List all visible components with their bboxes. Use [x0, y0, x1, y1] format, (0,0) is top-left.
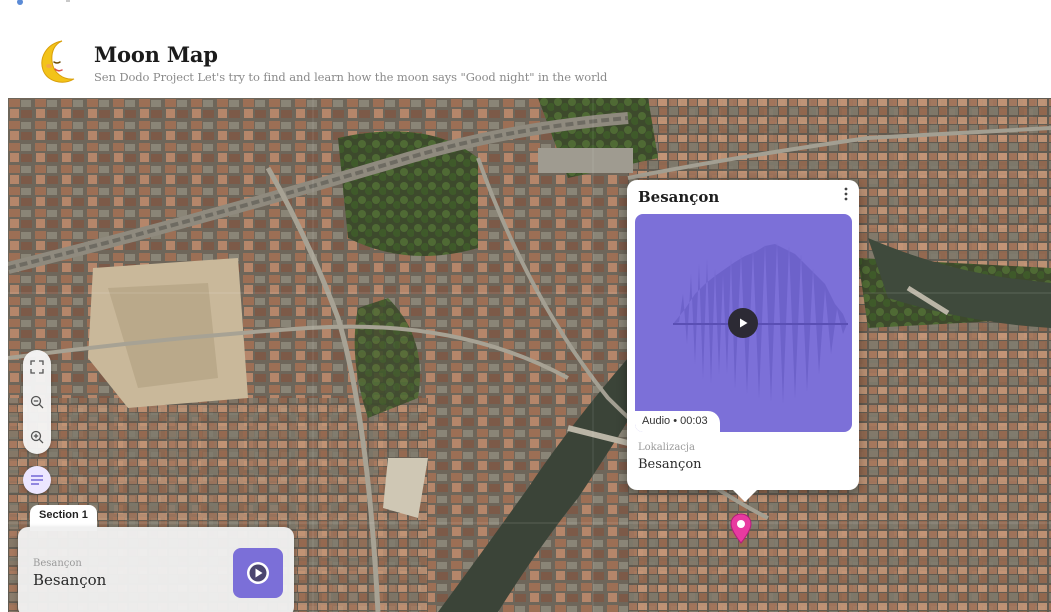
- location-label: Lokalizacja: [638, 442, 695, 453]
- location-value: Besançon: [638, 457, 702, 472]
- app-subtitle: Sen Dodo Project Let's try to find and l…: [94, 70, 608, 84]
- audio-waveform-player[interactable]: Audio • 00:03: [635, 214, 852, 432]
- audio-duration-label: Audio • 00:03: [635, 411, 720, 432]
- list-menu-icon[interactable]: [23, 466, 51, 494]
- app-title: Moon Map: [94, 42, 218, 67]
- satellite-map[interactable]: Section 1 Besançon Besançon Besançon Aud…: [8, 98, 1051, 612]
- map-zoom-control: [23, 350, 51, 454]
- map-pin-icon[interactable]: [730, 513, 752, 545]
- section-play-button[interactable]: [233, 548, 283, 598]
- zoom-out-icon[interactable]: [27, 392, 47, 412]
- crescent-moon-face-icon: [41, 40, 75, 83]
- fullscreen-icon[interactable]: [27, 357, 47, 377]
- play-icon: [740, 318, 748, 328]
- top-edge-artifact: [17, 0, 70, 5]
- zoom-in-icon[interactable]: [27, 427, 47, 447]
- section-card[interactable]: Besançon Besançon: [18, 527, 294, 612]
- section-item-title: Besançon: [33, 571, 107, 589]
- play-circle-icon: [247, 562, 269, 584]
- popup-title: Besançon: [638, 188, 720, 206]
- app-header: Moon Map Sen Dodo Project Let's try to f…: [36, 38, 607, 90]
- section-item-subtitle: Besançon: [33, 558, 82, 569]
- audio-play-button[interactable]: [728, 308, 758, 338]
- location-popup: Besançon Audio • 00:03 Lokalizacja Besan…: [627, 180, 859, 502]
- more-vertical-icon[interactable]: [841, 186, 851, 202]
